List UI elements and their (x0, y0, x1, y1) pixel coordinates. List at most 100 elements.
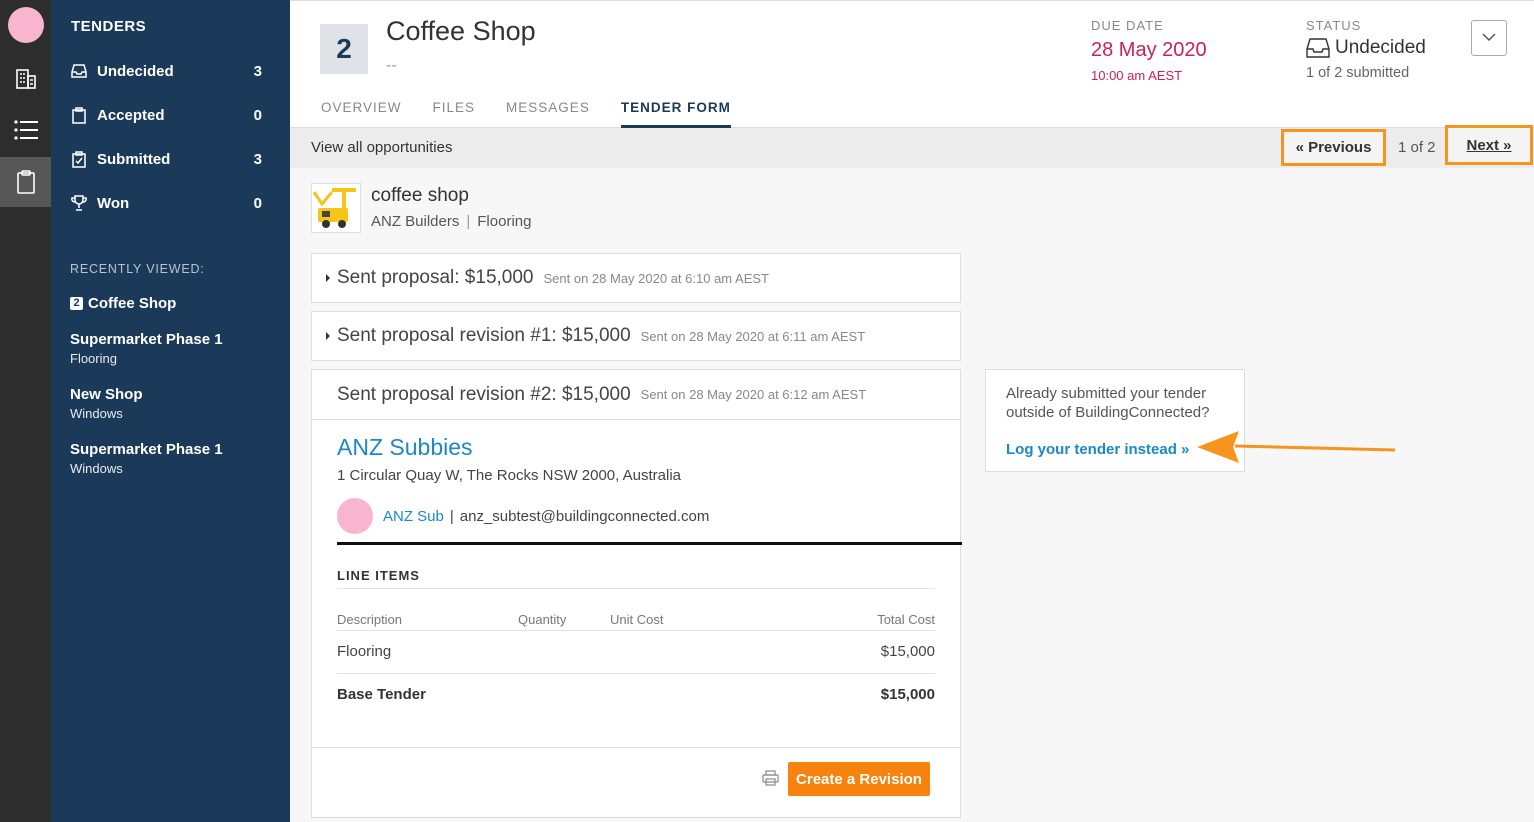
column-header-total-cost: Total Cost (877, 612, 935, 627)
proposal-sent: Sent on 28 May 2020 at 6:12 am AEST (640, 387, 867, 402)
clipboard-nav-icon[interactable] (0, 157, 51, 207)
print-icon[interactable] (762, 770, 779, 791)
caret-right-icon (326, 332, 330, 340)
recent-item-title: Supermarket Phase 1 (70, 441, 223, 458)
divider (337, 673, 935, 674)
divider (312, 747, 960, 748)
status-sub: 1 of 2 submitted (1306, 65, 1410, 81)
proposal-title: Sent proposal revision #2: $15,000 (337, 383, 631, 405)
divider (337, 588, 935, 589)
divider (337, 630, 935, 631)
sidebar-item-label: Submitted (97, 150, 171, 168)
page-indicator: 1 of 2 (1398, 139, 1436, 156)
status-dropdown-button[interactable] (1471, 20, 1507, 56)
recent-item-coffee-shop[interactable]: 2 Coffee Shop (70, 295, 280, 312)
project-meta: ANZ Builders | Flooring (371, 213, 532, 230)
clipboard-icon (70, 106, 88, 124)
proposal-title: Sent proposal: $15,000 (337, 267, 534, 288)
trophy-icon (70, 194, 88, 212)
recent-number-badge: 2 (70, 297, 83, 310)
line-items-title: LINE ITEMS (337, 568, 420, 583)
due-time: 10:00 am AEST (1091, 68, 1183, 83)
status-text: Undecided (1335, 37, 1426, 58)
recently-viewed-title: RECENTLY VIEWED: (70, 262, 205, 276)
page-subtitle: -- (386, 57, 397, 74)
bidder-address: 1 Circular Quay W, The Rocks NSW 2000, A… (337, 467, 682, 484)
recent-item-supermarket-flooring[interactable]: Supermarket Phase 1 Flooring (70, 331, 280, 366)
annotation-arrow-icon (1197, 431, 1396, 463)
recent-item-supermarket-windows[interactable]: Supermarket Phase 1 Windows (70, 441, 280, 476)
tab-overview[interactable]: OVERVIEW (321, 100, 402, 128)
icon-rail (0, 0, 51, 822)
status-label: STATUS (1306, 18, 1362, 33)
sidebar-item-count: 3 (253, 62, 262, 80)
proposal-detail-card: Sent proposal revision #2: $15,000 Sent … (311, 369, 962, 818)
tab-tender-form[interactable]: TENDER FORM (620, 100, 731, 128)
building-icon[interactable] (0, 54, 51, 104)
tender-number: 2 (320, 24, 368, 74)
due-date: 28 May 2020 (1091, 39, 1207, 61)
contact-name[interactable]: ANZ Sub (383, 508, 444, 525)
tab-messages[interactable]: MESSAGES (506, 100, 590, 128)
previous-button[interactable]: « Previous (1281, 129, 1386, 166)
contact-avatar (337, 498, 373, 534)
proposal-row-expanded[interactable]: Sent proposal revision #2: $15,000 Sent … (312, 370, 960, 420)
project-name: coffee shop (371, 185, 469, 206)
base-tender-label: Base Tender (337, 686, 426, 703)
recent-item-sub: Flooring (70, 351, 117, 366)
page-title: Coffee Shop (386, 16, 536, 46)
contact-email: anz_subtest@buildingconnected.com (459, 507, 710, 525)
bidder-contact: ANZ Sub | anz_subtest@buildingconnected.… (337, 498, 709, 534)
column-header-description: Description (337, 612, 403, 627)
next-button[interactable]: Next » (1445, 125, 1533, 165)
recent-item-sub: Windows (70, 406, 123, 421)
column-header-unit-cost: Unit Cost (610, 612, 664, 627)
bidder-company[interactable]: ANZ Subbies (337, 434, 473, 461)
clipboard-check-icon (70, 150, 88, 168)
sidebar-item-count: 0 (253, 194, 262, 212)
tab-bar: OVERVIEW FILES MESSAGES TENDER FORM (321, 100, 762, 128)
sidebar-item-label: Won (97, 194, 130, 212)
project-image (311, 183, 361, 233)
recent-item-new-shop[interactable]: New Shop Windows (70, 386, 280, 421)
line-item-total: $15,000 (880, 643, 935, 660)
sidebar-item-submitted[interactable]: Submitted 3 (70, 145, 262, 173)
caret-right-icon (326, 274, 330, 282)
column-header-quantity: Quantity (518, 612, 567, 627)
inbox-icon (1306, 38, 1330, 58)
tender-header: 2 Coffee Shop -- OVERVIEW FILES MESSAGES… (290, 0, 1534, 128)
divider (337, 542, 962, 545)
create-revision-button[interactable]: Create a Revision (788, 762, 930, 796)
sidebar-item-accepted[interactable]: Accepted 0 (70, 101, 262, 129)
recent-item-sub: Windows (70, 461, 123, 476)
log-tender-question: Already submitted your tender outside of… (1006, 385, 1210, 421)
tenders-sidebar: TENDERS Undecided 3 Accepted 0 Submitted… (51, 0, 290, 822)
sidebar-item-label: Undecided (97, 62, 174, 80)
project-trade: Flooring (477, 213, 532, 230)
proposal-sent: Sent on 28 May 2020 at 6:11 am AEST (640, 328, 866, 344)
sidebar-item-label: Accepted (97, 106, 165, 124)
recent-item-title: New Shop (70, 386, 143, 403)
main-content: View all opportunities « Previous 1 of 2… (290, 125, 1534, 822)
line-item-description: Flooring (337, 643, 392, 660)
due-date-label: DUE DATE (1091, 18, 1164, 33)
proposal-row[interactable]: Sent proposal: $15,000 Sent on 28 May 20… (311, 253, 961, 303)
opportunity-nav-bar: View all opportunities « Previous 1 of 2… (290, 125, 1534, 168)
sidebar-item-won[interactable]: Won 0 (70, 189, 262, 217)
list-icon[interactable] (0, 105, 51, 155)
chevron-down-icon (1482, 29, 1496, 47)
log-tender-link[interactable]: Log your tender instead » (1006, 441, 1189, 458)
project-company: ANZ Builders (371, 213, 460, 230)
sidebar-item-count: 3 (253, 150, 262, 168)
view-all-link[interactable]: View all opportunities (311, 139, 452, 156)
inbox-icon (70, 62, 88, 80)
tab-files[interactable]: FILES (433, 100, 476, 128)
sidebar-item-undecided[interactable]: Undecided 3 (70, 57, 262, 85)
proposal-row[interactable]: Sent proposal revision #1: $15,000 Sent … (311, 311, 961, 361)
status-value: Undecided (1306, 37, 1426, 59)
user-avatar[interactable] (8, 7, 44, 43)
sidebar-title: TENDERS (71, 18, 147, 35)
sidebar-item-count: 0 (253, 106, 262, 124)
recent-item-title: Coffee Shop (88, 295, 177, 312)
proposal-sent: Sent on 28 May 2020 at 6:10 am AEST (543, 270, 769, 286)
